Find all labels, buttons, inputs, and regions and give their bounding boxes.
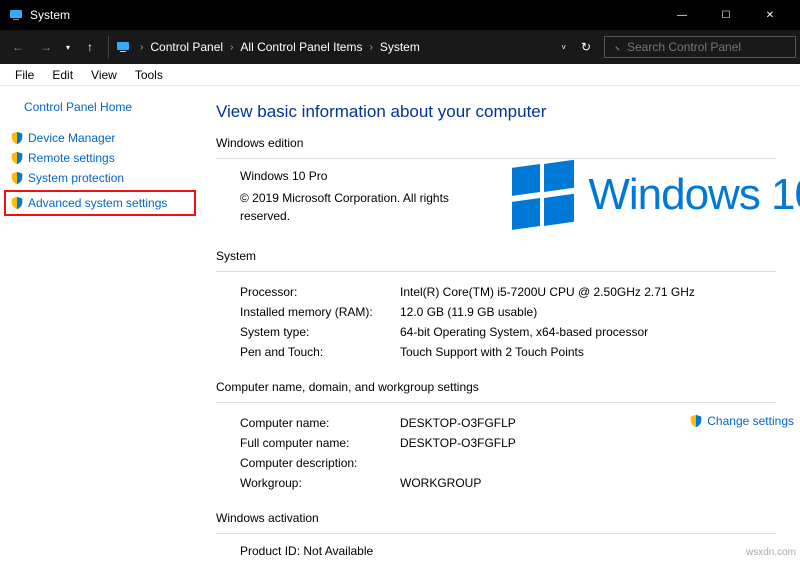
sidebar-item-label: Remote settings <box>28 151 115 165</box>
section-title: Windows edition <box>216 136 800 150</box>
back-button[interactable]: ← <box>4 33 32 61</box>
menu-tools[interactable]: Tools <box>126 66 172 84</box>
breadcrumb-item[interactable]: All Control Panel Items <box>236 40 366 54</box>
search-wrap <box>600 36 796 58</box>
up-button[interactable]: ↑ <box>76 33 104 61</box>
forward-button[interactable]: → <box>32 33 60 61</box>
title-bar: System — ☐ ✕ <box>0 0 800 30</box>
copyright-text: © 2019 Microsoft Corporation. All rights… <box>216 189 476 225</box>
main-area: Control Panel Home Device Manager Remote… <box>0 86 800 562</box>
system-icon <box>8 7 24 23</box>
history-dropdown-icon[interactable]: ▾ <box>60 43 76 52</box>
kv-row: Workgroup:WORKGROUP <box>216 473 800 493</box>
sidebar-item-label: System protection <box>28 171 124 185</box>
control-panel-home-link[interactable]: Control Panel Home <box>0 100 200 128</box>
kv-row: Full computer name:DESKTOP-O3FGFLP <box>216 433 800 453</box>
shield-icon <box>10 171 24 185</box>
search-input[interactable] <box>604 36 796 58</box>
window-title: System <box>30 8 660 22</box>
minimize-button[interactable]: — <box>660 0 704 30</box>
chevron-right-icon: › <box>366 42 375 53</box>
kv-row: Installed memory (RAM):12.0 GB (11.9 GB … <box>216 302 800 322</box>
windows-logo: Windows 10 <box>512 164 800 226</box>
shield-icon <box>10 131 24 145</box>
kv-row: Computer description: <box>216 453 800 473</box>
sidebar-item-device-manager[interactable]: Device Manager <box>0 128 200 148</box>
sidebar-item-advanced-system-settings[interactable]: Advanced system settings <box>10 193 194 213</box>
section-system: System Processor:Intel(R) Core(TM) i5-72… <box>216 249 800 362</box>
shield-icon <box>10 196 24 210</box>
product-id: Product ID: Not Available <box>216 544 800 558</box>
watermark: wsxdn.com <box>746 547 796 558</box>
change-settings-link[interactable]: Change settings <box>689 414 794 428</box>
sidebar-item-system-protection[interactable]: System protection <box>0 168 200 188</box>
sidebar-item-label: Device Manager <box>28 131 115 145</box>
windows-logo-text: Windows 10 <box>588 170 800 220</box>
nav-bar: ← → ▾ ↑ › Control Panel › All Control Pa… <box>0 30 800 64</box>
sidebar-item-label: Advanced system settings <box>28 196 167 210</box>
sidebar-item-remote-settings[interactable]: Remote settings <box>0 148 200 168</box>
sidebar: Control Panel Home Device Manager Remote… <box>0 86 200 562</box>
breadcrumb-item[interactable]: Control Panel <box>146 40 227 54</box>
shield-icon <box>689 414 703 428</box>
section-computer-name: Computer name, domain, and workgroup set… <box>216 380 800 493</box>
windows-logo-icon <box>512 164 574 226</box>
highlight-box: Advanced system settings <box>4 190 196 216</box>
computer-icon <box>115 39 131 55</box>
breadcrumb[interactable]: › Control Panel › All Control Panel Item… <box>113 36 555 58</box>
close-button[interactable]: ✕ <box>748 0 792 30</box>
menu-edit[interactable]: Edit <box>43 66 82 84</box>
section-title: System <box>216 249 800 263</box>
breadcrumb-item[interactable]: System <box>376 40 424 54</box>
location-dropdown-icon[interactable]: ˅ <box>555 43 572 52</box>
separator <box>108 36 109 58</box>
kv-row: Pen and Touch:Touch Support with 2 Touch… <box>216 342 800 362</box>
shield-icon <box>10 151 24 165</box>
kv-row: Processor:Intel(R) Core(TM) i5-7200U CPU… <box>216 282 800 302</box>
section-title: Windows activation <box>216 511 800 525</box>
menu-view[interactable]: View <box>82 66 126 84</box>
menu-bar: File Edit View Tools <box>0 64 800 86</box>
page-title: View basic information about your comput… <box>216 102 800 122</box>
chevron-right-icon: › <box>227 42 236 53</box>
chevron-right-icon: › <box>137 42 146 53</box>
menu-file[interactable]: File <box>6 66 43 84</box>
kv-row: System type:64-bit Operating System, x64… <box>216 322 800 342</box>
refresh-button[interactable]: ↻ <box>572 33 600 61</box>
maximize-button[interactable]: ☐ <box>704 0 748 30</box>
section-activation: Windows activation Product ID: Not Avail… <box>216 511 800 558</box>
section-title: Computer name, domain, and workgroup set… <box>216 380 800 394</box>
content-pane: View basic information about your comput… <box>200 86 800 562</box>
